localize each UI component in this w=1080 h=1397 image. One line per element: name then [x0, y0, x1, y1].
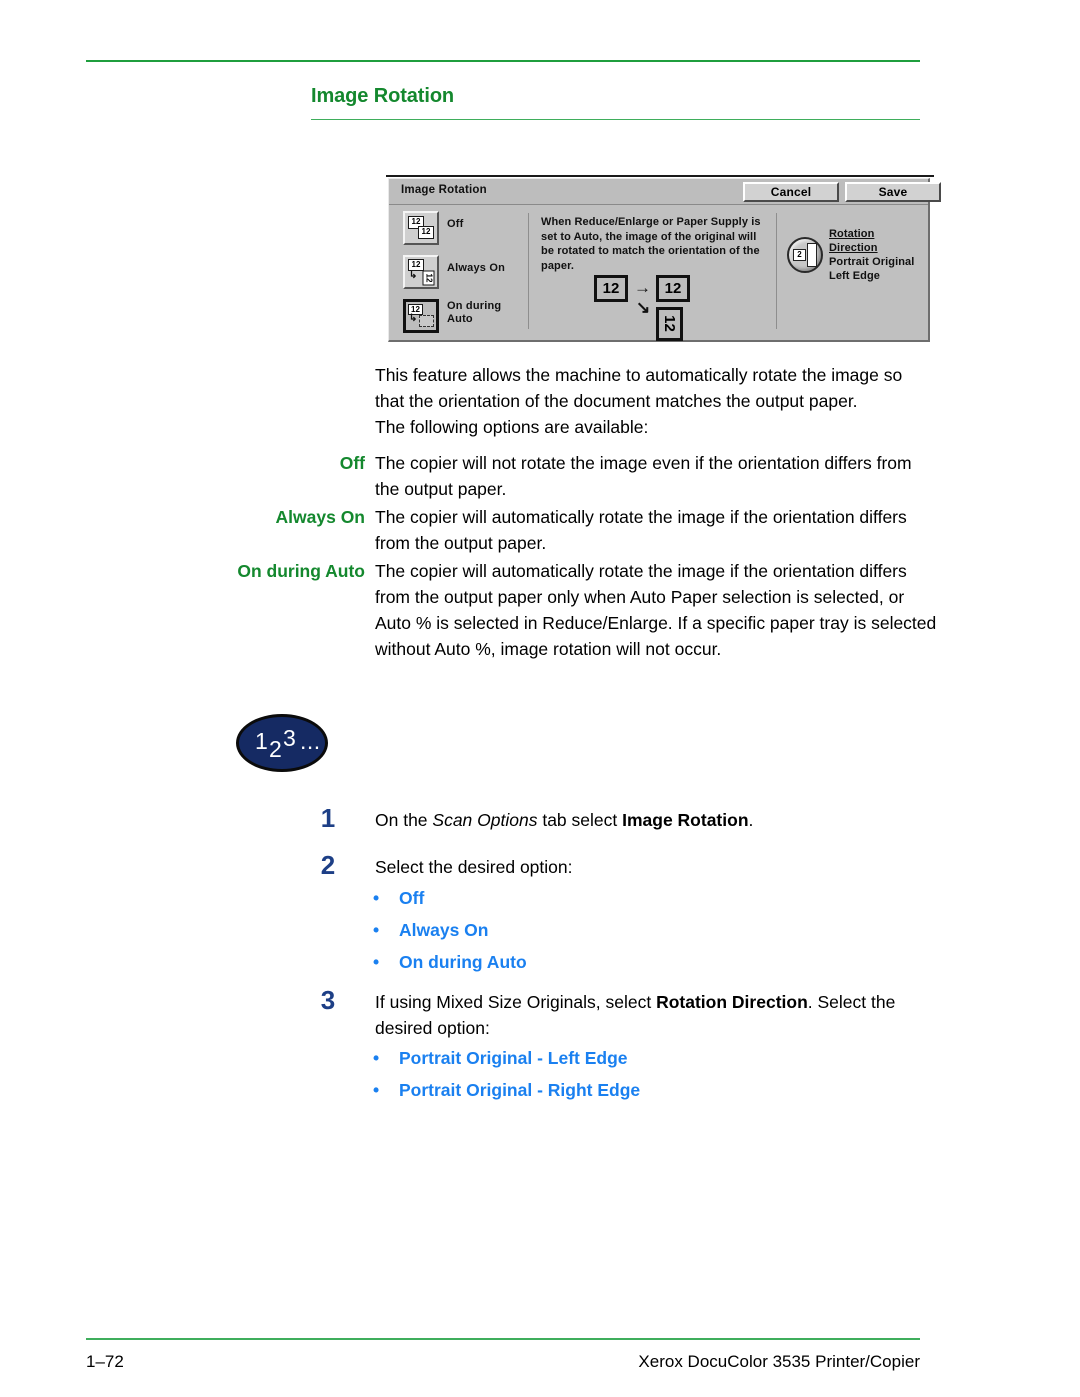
- rotation-option-list: 12 12 Off 12 12 ↳ Always On 12 ↳ On duri…: [403, 211, 535, 343]
- diagram-result-horizontal: 12: [656, 275, 690, 302]
- rotation-diagram: 12 → ↘ 12 12: [594, 275, 754, 341]
- ui-panel-titlebar: Image Rotation Cancel Save: [389, 179, 941, 205]
- step-3-number: 3: [320, 985, 336, 1015]
- step-3-bold: Rotation Direction: [656, 992, 808, 1012]
- diagram-arrow-down-icon: ↘: [636, 298, 651, 317]
- ui-panel-title: Image Rotation: [401, 184, 487, 196]
- step-1-number: 1: [320, 803, 336, 833]
- option-off-label: Off: [447, 218, 464, 230]
- step-3-part1: If using Mixed Size Originals, select: [375, 992, 657, 1012]
- definition-always-on-term: Always On: [275, 507, 365, 527]
- step-2-bullet-3-label: On during Auto: [399, 952, 527, 972]
- procedure-badge-3: 3: [283, 725, 296, 751]
- definition-on-during-auto-term: On during Auto: [237, 561, 365, 581]
- step-2-number: 2: [320, 850, 336, 880]
- footer-page-number: 1–72: [86, 1352, 124, 1371]
- option-always-on[interactable]: 12 12 ↳ Always On: [403, 255, 535, 295]
- intro-paragraph-1: This feature allows the machine to autom…: [375, 365, 903, 411]
- cancel-button[interactable]: Cancel: [743, 182, 839, 202]
- diagram-result-rotated-text: 12: [661, 315, 678, 332]
- rotation-direction-heading-line2: Direction: [829, 242, 878, 254]
- intro-paragraph-2: The following options are available:: [375, 417, 649, 437]
- step-2-text: Select the desired option:: [375, 857, 573, 877]
- option-on-during-auto[interactable]: 12 ↳ On during Auto: [403, 299, 535, 339]
- step-1-part1: On the: [375, 810, 433, 830]
- rotation-direction-value-line1: Portrait Original: [829, 256, 915, 268]
- bullet-dot-icon: •: [373, 1080, 380, 1100]
- step-1-bold: Image Rotation: [622, 810, 749, 830]
- image-rotation-ui-panel: Image Rotation Cancel Save 12 12 Off 12 …: [388, 178, 941, 343]
- step-2-bullet-2-label: Always On: [399, 920, 489, 940]
- option-on-during-auto-label-line1: On during: [447, 300, 502, 312]
- panel-divider-left: [528, 213, 529, 329]
- page-title: Image Rotation: [311, 85, 455, 107]
- step-2-bullet-1-label: Off: [399, 888, 425, 908]
- bullet-dot-icon: •: [373, 952, 380, 972]
- diagram-source-page: 12: [594, 275, 628, 302]
- step-3-bullet-2: • Portrait Original - Right Edge: [373, 1077, 640, 1103]
- save-button[interactable]: Save: [845, 182, 941, 202]
- page-top-rule: [86, 60, 920, 62]
- rotation-direction-value-line2: Left Edge: [829, 270, 881, 282]
- diagram-arrow-right-icon: →: [634, 278, 651, 297]
- ui-panel-description: When Reduce/Enlarge or Paper Supply is s…: [541, 216, 761, 272]
- page-bottom-rule: [86, 1338, 920, 1340]
- rotation-direction-knob-icon: 2: [787, 237, 823, 273]
- definition-off-description: The copier will not rotate the image eve…: [375, 453, 912, 499]
- rotation-direction-text: Rotation Direction Portrait Original Lef…: [829, 227, 914, 283]
- footer-product-name: Xerox DocuColor 3535 Printer/Copier: [638, 1352, 920, 1371]
- on-during-auto-icon: 12 ↳: [403, 299, 439, 333]
- panel-divider-right: [776, 213, 777, 329]
- off-icon: 12 12: [403, 211, 439, 245]
- step-1-italic: Scan Options: [432, 810, 538, 830]
- procedure-badge-2: 2: [269, 736, 282, 762]
- step-2-bullet-3: • On during Auto: [373, 949, 527, 975]
- definition-on-during-auto-description: The copier will automatically rotate the…: [375, 561, 937, 659]
- bullet-dot-icon: •: [373, 888, 380, 908]
- step-1-part3: .: [748, 810, 754, 830]
- procedure-badge-1: 1: [255, 728, 268, 754]
- knob-side-box: [807, 243, 817, 267]
- always-on-icon: 12 12 ↳: [403, 255, 439, 289]
- option-always-on-label: Always On: [447, 262, 506, 274]
- step-1-text: On the Scan Options tab select Image Rot…: [375, 807, 935, 833]
- step-1-part2: tab select: [537, 810, 623, 830]
- definition-always-on-description: The copier will automatically rotate the…: [375, 507, 907, 553]
- diagram-result-rotated: 12: [656, 307, 683, 341]
- step-3-bullet-1-label: Portrait Original - Left Edge: [399, 1048, 628, 1068]
- step-3-text: If using Mixed Size Originals, select Ro…: [375, 989, 935, 1041]
- bullet-dot-icon: •: [373, 920, 380, 940]
- page-title-underline: [311, 119, 920, 120]
- bullet-dot-icon: •: [373, 1048, 380, 1068]
- step-2-bullet-2: • Always On: [373, 917, 488, 943]
- procedure-badge: 1 2 3 ...: [236, 714, 328, 772]
- option-on-during-auto-label: On during Auto: [447, 300, 501, 326]
- step-3-bullet-1: • Portrait Original - Left Edge: [373, 1045, 628, 1071]
- knob-glyph: 2: [793, 249, 806, 261]
- option-off[interactable]: 12 12 Off: [403, 211, 535, 251]
- step-2-bullet-1: • Off: [373, 885, 424, 911]
- option-on-during-auto-label-line2: Auto: [447, 313, 473, 325]
- step-3-bullet-2-label: Portrait Original - Right Edge: [399, 1080, 641, 1100]
- definition-off-term: Off: [339, 453, 365, 473]
- rotation-direction-heading-line1: Rotation: [829, 228, 875, 240]
- procedure-badge-dots: ...: [300, 728, 321, 754]
